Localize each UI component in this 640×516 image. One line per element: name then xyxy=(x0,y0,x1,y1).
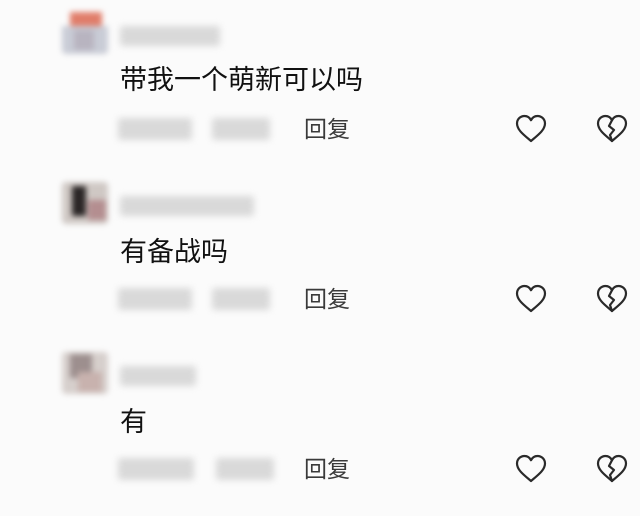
comment-item: 有 回复 xyxy=(0,340,640,510)
heart-outline-icon[interactable] xyxy=(514,283,548,315)
reply-button[interactable]: 回复 xyxy=(304,286,350,314)
comment-text: 有 xyxy=(120,407,147,438)
avatar[interactable] xyxy=(62,352,108,394)
heart-outline-icon[interactable] xyxy=(514,453,548,485)
redacted-username[interactable] xyxy=(120,196,254,216)
heart-outline-icon[interactable] xyxy=(514,113,548,145)
comment-item: 有备战吗 回复 xyxy=(0,170,640,340)
redacted-location xyxy=(212,118,270,140)
redacted-username[interactable] xyxy=(120,366,196,386)
comment-item: 带我一个萌新可以吗 回复 xyxy=(0,0,640,170)
comment-text: 有备战吗 xyxy=(120,237,228,268)
broken-heart-icon[interactable] xyxy=(595,283,629,315)
broken-heart-icon[interactable] xyxy=(595,453,629,485)
broken-heart-icon[interactable] xyxy=(595,113,629,145)
redacted-username[interactable] xyxy=(120,26,220,46)
avatar[interactable] xyxy=(62,12,108,54)
redacted-timestamp xyxy=(118,458,194,480)
redacted-timestamp xyxy=(118,118,192,140)
reply-button[interactable]: 回复 xyxy=(304,116,350,144)
reply-button[interactable]: 回复 xyxy=(304,456,350,484)
redacted-location xyxy=(212,288,270,310)
avatar[interactable] xyxy=(62,182,108,224)
redacted-timestamp xyxy=(118,288,192,310)
redacted-location xyxy=(216,458,274,480)
comment-text: 带我一个萌新可以吗 xyxy=(120,65,363,96)
